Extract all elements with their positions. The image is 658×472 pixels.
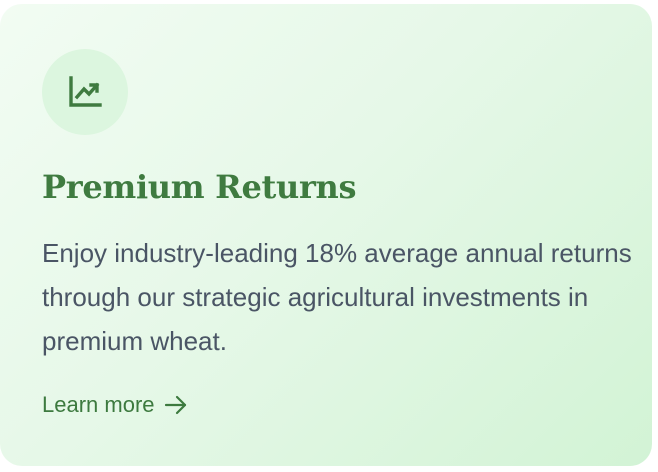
learn-more-link[interactable]: Learn more [42,392,189,418]
card-description: Enjoy industry-leading 18% average annua… [42,238,632,356]
arrow-right-icon [164,395,186,415]
card-title: Premium Returns [42,168,357,206]
feature-card: Premium Returns Enjoy industry-leading 1… [0,4,652,466]
trending-up-chart-icon [69,76,102,107]
icon-badge [42,49,128,135]
learn-more-label: Learn more [42,392,155,417]
